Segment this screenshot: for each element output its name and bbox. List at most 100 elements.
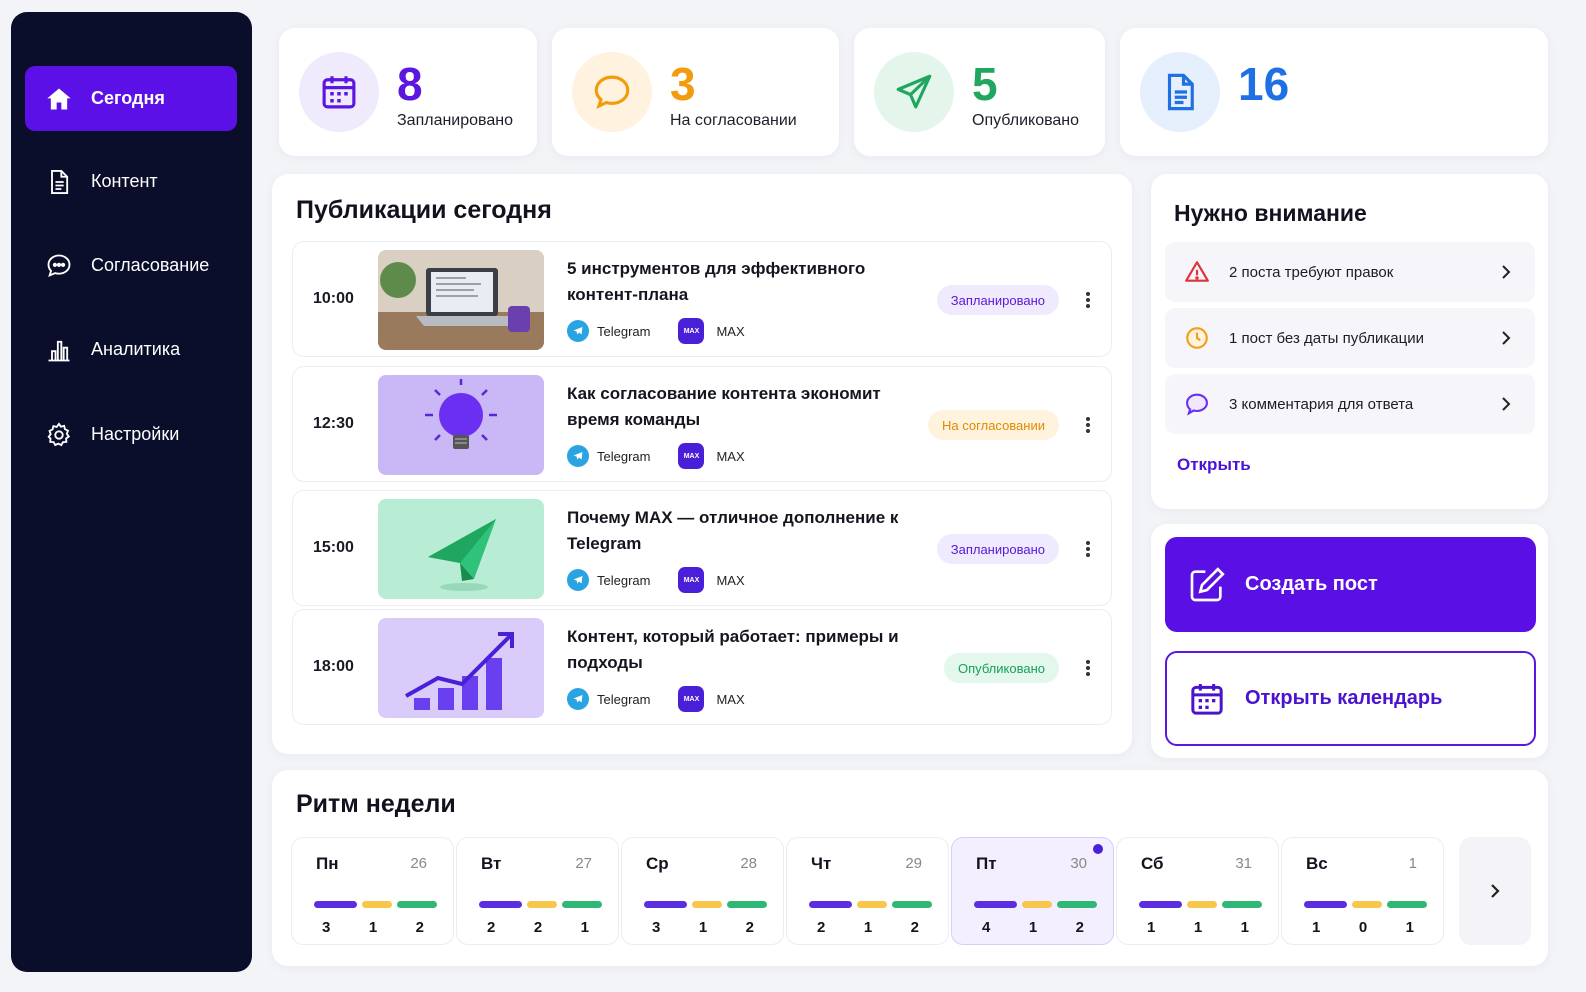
attention-item-label: 2 поста требуют правок [1229, 263, 1394, 281]
publication-row[interactable]: 12:30 Как согласование контента экономит… [292, 366, 1112, 482]
status-badge: Запланировано [936, 285, 1059, 315]
create-post-label: Создать пост [1245, 573, 1378, 595]
day-date: 1 [1408, 855, 1417, 872]
max-icon: MAX [678, 686, 705, 712]
laptop-thumbnail [378, 250, 544, 350]
day-card-mon[interactable]: Пн 26 312 [291, 837, 454, 945]
more-options-icon[interactable] [1081, 286, 1095, 314]
publication-row[interactable]: 18:00 Контент, который работает: примеры… [292, 609, 1112, 725]
open-attention-link[interactable]: Открыть [1177, 455, 1251, 475]
channel-label: MAX [716, 323, 745, 339]
stat-value: 3 [670, 58, 696, 110]
day-name: Сб [1141, 854, 1164, 873]
attention-panel: Нужно внимание 2 поста требуют правок 1 … [1151, 174, 1548, 509]
sidebar-item-analytics[interactable]: Аналитика [25, 317, 237, 382]
chat-icon [45, 252, 73, 280]
day-card-tue[interactable]: Вт 27 221 [456, 837, 619, 945]
day-card-sat[interactable]: Сб 31 111 [1116, 837, 1279, 945]
channel-label: Telegram [597, 691, 651, 707]
day-card-sun[interactable]: Вс 1 101 [1281, 837, 1444, 945]
channel-label: MAX [716, 448, 745, 464]
stat-card-planned[interactable]: 8 Запланировано [279, 28, 537, 156]
day-counts: 221 [487, 919, 589, 936]
publication-time: 15:00 [313, 539, 354, 556]
day-name: Вт [481, 854, 502, 873]
attention-item-edits[interactable]: 2 поста требуют правок [1165, 242, 1535, 302]
day-card-fri[interactable]: Пт 30 412 [951, 837, 1114, 945]
stat-value: 5 [972, 58, 998, 110]
chevron-right-icon [1502, 397, 1511, 411]
attention-item-comments[interactable]: 3 комментария для ответа [1165, 374, 1535, 434]
day-counts: 101 [1312, 919, 1414, 936]
day-card-wed[interactable]: Ср 28 312 [621, 837, 784, 945]
stat-card-review[interactable]: 3 На согласовании [552, 28, 839, 156]
lightbulb-thumbnail [378, 375, 544, 475]
telegram-icon [567, 569, 589, 591]
paper-plane-thumbnail [378, 499, 544, 599]
publication-row[interactable]: 10:00 5 инструментов для эффективного ко… [292, 241, 1112, 357]
day-counts: 412 [982, 919, 1084, 936]
attention-item-label: 3 комментария для ответа [1229, 395, 1414, 413]
status-badge: На согласовании [928, 410, 1059, 440]
sidebar-item-today[interactable]: Сегодня [25, 66, 237, 131]
attention-item-no-date[interactable]: 1 пост без даты публикации [1165, 308, 1535, 368]
day-bars [974, 901, 1102, 908]
attention-title: Нужно внимание [1174, 200, 1367, 226]
channel-label: MAX [716, 691, 745, 707]
status-badge: Запланировано [936, 534, 1059, 564]
channel-label: Telegram [597, 572, 651, 588]
telegram-icon [567, 445, 589, 467]
chevron-right-icon [1502, 331, 1511, 345]
day-date: 26 [410, 855, 427, 872]
attention-item-label: 1 пост без даты публикации [1229, 329, 1424, 347]
chart-icon [45, 336, 73, 364]
document-icon [45, 168, 73, 196]
status-badge: Опубликовано [944, 653, 1059, 683]
more-options-icon[interactable] [1081, 535, 1095, 563]
publication-title[interactable]: Контент, который работает: примеры и под… [567, 624, 907, 676]
edit-icon [1190, 566, 1225, 601]
day-card-thu[interactable]: Чт 29 212 [786, 837, 949, 945]
publication-time: 12:30 [313, 415, 354, 432]
sidebar-item-label: Аналитика [91, 339, 181, 359]
calendar-icon [299, 52, 379, 132]
day-date: 29 [905, 855, 922, 872]
day-date: 27 [575, 855, 592, 872]
day-name: Пн [316, 854, 339, 873]
day-bars [1139, 901, 1267, 908]
max-icon: MAX [678, 318, 705, 344]
publication-title[interactable]: Почему MAX — отличное дополнение к Teleg… [567, 505, 907, 557]
day-bars [644, 901, 772, 908]
open-calendar-button[interactable]: Открыть календарь [1165, 651, 1536, 746]
day-name: Чт [811, 854, 832, 873]
day-date: 28 [740, 855, 757, 872]
channel-label: MAX [716, 572, 745, 588]
day-date: 31 [1235, 855, 1252, 872]
day-name: Вс [1306, 854, 1328, 873]
next-week-button[interactable] [1459, 837, 1531, 945]
stat-card-total[interactable]: 16 [1120, 28, 1548, 156]
day-bars [809, 901, 937, 908]
week-title: Ритм недели [296, 790, 456, 818]
stat-label: Запланировано [397, 112, 513, 129]
max-icon: MAX [678, 567, 705, 593]
stat-card-published[interactable]: 5 Опубликовано [854, 28, 1105, 156]
publication-channels: Telegram MAX MAX [567, 686, 745, 712]
more-options-icon[interactable] [1081, 654, 1095, 682]
sidebar-item-approval[interactable]: Согласование [25, 233, 237, 298]
today-indicator [1093, 844, 1103, 854]
publication-title[interactable]: Как согласование контента экономит время… [567, 381, 907, 433]
sidebar-item-settings[interactable]: Настройки [25, 402, 237, 467]
publication-time: 10:00 [313, 290, 354, 307]
day-bars [314, 901, 442, 908]
day-counts: 212 [817, 919, 919, 936]
create-post-button[interactable]: Создать пост [1165, 537, 1536, 632]
channel-label: Telegram [597, 323, 651, 339]
publication-row[interactable]: 15:00 Почему MAX — отличное дополнение к… [292, 490, 1112, 606]
sidebar-item-content[interactable]: Контент [25, 149, 237, 214]
publication-title[interactable]: 5 инструментов для эффективного контент-… [567, 256, 907, 308]
max-icon: MAX [678, 443, 705, 469]
more-options-icon[interactable] [1081, 411, 1095, 439]
stat-value: 16 [1238, 58, 1290, 110]
publication-channels: Telegram MAX MAX [567, 567, 745, 593]
